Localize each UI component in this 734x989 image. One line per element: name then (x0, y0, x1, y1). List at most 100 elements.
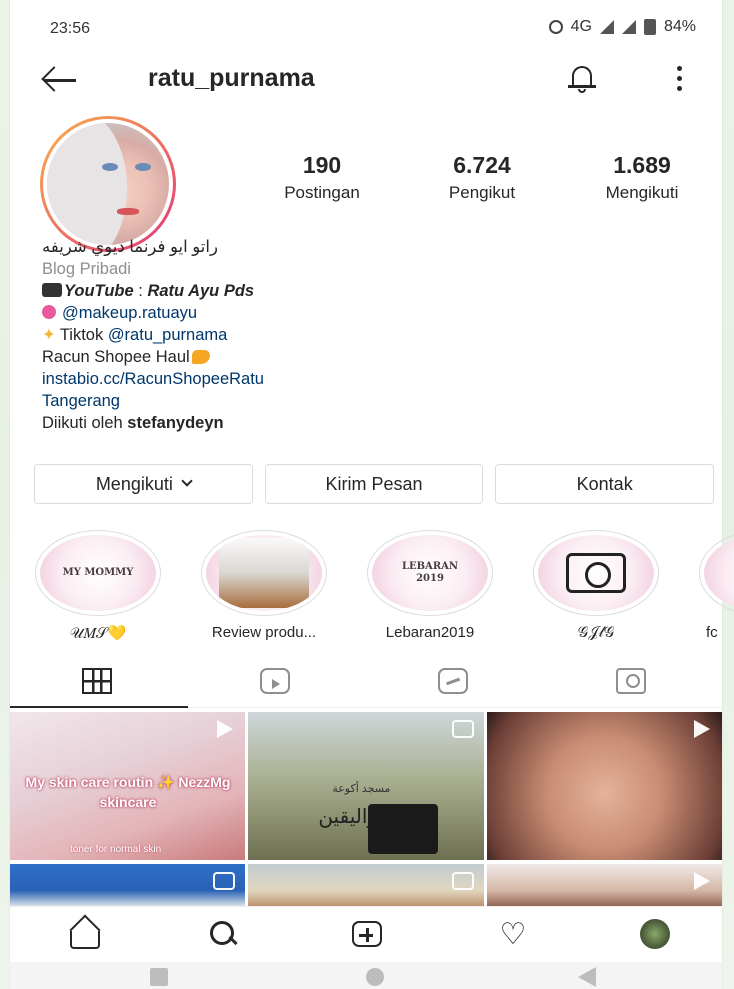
status-bar: 23:56 4G 84% (10, 0, 722, 56)
post-grid: My skin care routin ✨ NezzMg skincare to… (10, 712, 722, 908)
highlight-cover: LEBARAN 2019 (367, 530, 493, 616)
profile-stats: 190 Postingan 6.724 Pengikut 1.689 Mengi… (252, 152, 712, 203)
system-navigation (10, 962, 722, 989)
highlight-item[interactable]: 𝒢𝒥𝓁𝒢 (532, 530, 660, 640)
highlight-label: 𝒰𝑀𝒮💛 (69, 625, 127, 640)
contact-button[interactable]: Kontak (495, 464, 715, 504)
bio-tiktok-line: ✦ Tiktok @ratu_purnama (42, 324, 702, 346)
chevron-down-icon (181, 475, 193, 487)
add-post-icon[interactable] (352, 921, 382, 947)
highlight-item[interactable]: LEBARAN 2019 Lebaran2019 (366, 530, 494, 640)
bio-tiktok-prefix: Tiktok (59, 326, 108, 344)
bio-youtube-line: YouTube : Ratu Ayu Pds (42, 280, 702, 302)
back-arrow-icon[interactable] (40, 66, 78, 94)
bio-youtube-label: YouTube (64, 282, 134, 300)
bio-link[interactable]: instabio.cc/RacunShopeeRatu (42, 368, 702, 390)
battery-icon (643, 19, 656, 35)
bio-name-arabic: راتو ايو فرنما ديوي شريفه (42, 238, 218, 256)
post-overlay-text: My skin care routin ✨ NezzMg skincare (25, 774, 231, 810)
signal-icon-2 (621, 20, 636, 34)
bio-category: Blog Pribadi (42, 260, 131, 278)
profile-avatar[interactable] (40, 116, 176, 252)
post-thumbnail[interactable] (248, 863, 484, 908)
reels-icon (260, 668, 290, 694)
profile-actions: Mengikuti Kirim Pesan Kontak (34, 464, 715, 504)
handbag-image (368, 804, 439, 854)
tab-reels[interactable] (188, 660, 366, 708)
message-button[interactable]: Kirim Pesan (264, 464, 484, 504)
reel-play-icon (693, 871, 710, 890)
highlight-label: 𝒢𝒥𝓁𝒢 (577, 624, 615, 640)
signal-icon (599, 20, 614, 34)
phone-screen: 23:56 4G 84% ratu_purnama 190 Postingan … (10, 0, 734, 989)
story-highlights: MY MOMMY 𝒰𝑀𝒮💛 Review produ... LEBARAN 20… (34, 530, 734, 640)
following-button-label: Mengikuti (95, 473, 173, 494)
stat-posts-label: Postingan (284, 183, 360, 202)
profile-bio: راتو ايو فرنما ديوي شريفه Blog Pribadi Y… (42, 236, 702, 434)
tab-grid[interactable] (10, 660, 188, 708)
bio-shopee-line: Racun Shopee Haul (42, 346, 702, 368)
carousel-icon (213, 871, 236, 890)
stat-posts[interactable]: 190 Postingan (252, 152, 392, 203)
more-vertical-icon[interactable] (674, 66, 684, 94)
post-thumbnail[interactable]: My skin care routin ✨ NezzMg skincare to… (10, 712, 246, 860)
igtv-icon (438, 668, 468, 694)
stat-following[interactable]: 1.689 Mengikuti (572, 152, 712, 203)
search-icon[interactable] (210, 921, 240, 949)
message-button-label: Kirim Pesan (325, 473, 423, 494)
reel-play-icon (693, 720, 710, 738)
bio-tiktok-mention[interactable]: @ratu_purnama (108, 326, 227, 344)
post-shirt-text-top: مسجد أكوعة (332, 783, 391, 795)
video-camera-icon (42, 283, 62, 297)
highlight-item[interactable]: MY MOMMY 𝒰𝑀𝒮💛 (34, 530, 162, 640)
bottom-navigation: ♡ (10, 906, 722, 962)
home-circle-icon[interactable] (366, 968, 384, 986)
stat-followers-value: 6.724 (453, 152, 511, 178)
bio-youtube-sep: : (133, 282, 148, 300)
highlight-label: fc (706, 624, 718, 640)
reel-play-icon (217, 720, 234, 738)
post-thumbnail[interactable] (486, 712, 722, 860)
bio-makeup-mention[interactable]: @makeup.ratuayu (62, 304, 197, 322)
battery-percent: 84% (663, 18, 696, 35)
post-thumbnail[interactable]: مسجد أكوعة نوراليقين (248, 712, 484, 860)
grid-icon (82, 668, 112, 694)
bio-followed-user: stefanydeyn (127, 414, 224, 432)
sparkles-icon: ✦ (42, 326, 56, 344)
post-thumbnail[interactable] (486, 863, 722, 908)
video-icon (451, 720, 474, 738)
network-label: 4G (570, 18, 592, 35)
bio-followed-prefix: Diikuti oleh (42, 414, 128, 432)
bell-icon[interactable] (568, 64, 596, 94)
highlight-photo (219, 538, 309, 608)
pointing-down-icon (191, 350, 210, 364)
tab-tagged[interactable] (544, 660, 722, 708)
back-triangle-icon[interactable] (578, 967, 596, 987)
tagged-person-icon (616, 668, 646, 694)
highlight-cover-text: LEBARAN 2019 (401, 561, 459, 584)
recents-icon[interactable] (150, 968, 168, 986)
bio-youtube-value: Ratu Ayu Pds (147, 282, 255, 300)
bio-shopee: Racun Shopee Haul (42, 348, 190, 366)
profile-tabs (10, 660, 722, 708)
bio-followed-by[interactable]: Diikuti oleh stefanydeyn (42, 412, 702, 434)
heart-icon[interactable]: ♡ (498, 920, 528, 950)
tab-igtv[interactable] (366, 660, 544, 708)
bio-makeup-line: @makeup.ratuayu (42, 302, 702, 324)
highlight-item[interactable]: fc (698, 530, 734, 640)
profile-header: ratu_purnama (10, 58, 722, 106)
following-button[interactable]: Mengikuti (34, 464, 253, 504)
highlight-cover-text: MY MOMMY (62, 567, 134, 578)
highlight-item[interactable]: Review produ... (200, 530, 328, 640)
bio-location[interactable]: Tangerang (42, 390, 702, 412)
stat-followers[interactable]: 6.724 Pengikut (412, 152, 552, 203)
flower-icon (42, 305, 56, 319)
home-icon[interactable] (70, 931, 100, 949)
highlight-cover: MY MOMMY (35, 530, 161, 616)
profile-tab-avatar[interactable] (640, 919, 670, 949)
stat-following-label: Mengikuti (605, 183, 679, 202)
highlight-cover (533, 530, 659, 616)
carousel-icon (451, 871, 474, 890)
camera-icon (566, 553, 626, 593)
post-thumbnail[interactable] (10, 863, 246, 908)
